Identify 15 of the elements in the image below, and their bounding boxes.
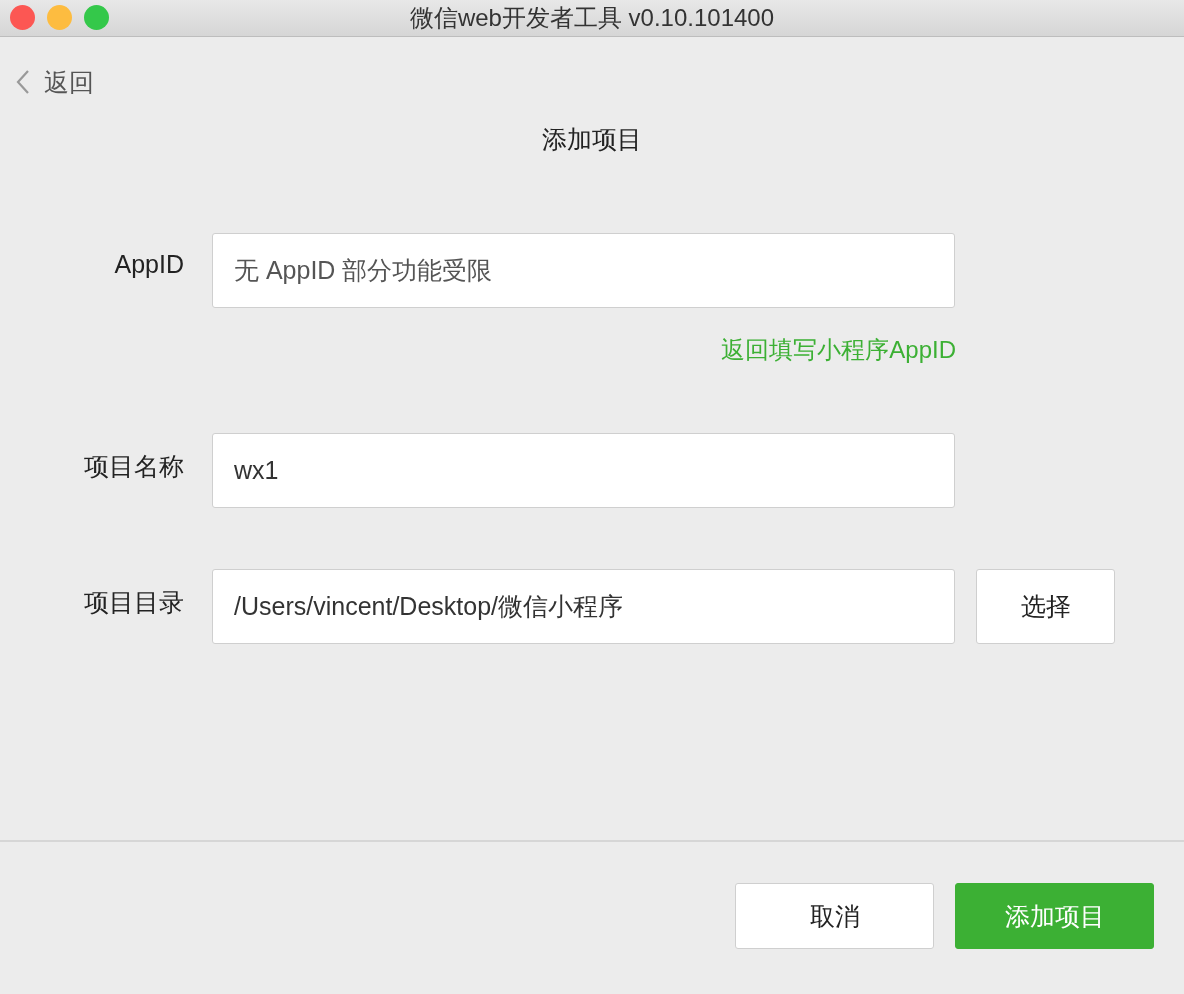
chevron-left-icon [16,69,30,95]
input-field[interactable]: 无 AppID 部分功能受限 [212,233,955,308]
cancel-button[interactable]: 取消 [735,883,934,949]
field-label: 项目目录 [83,587,184,618]
minimize-icon[interactable] [47,5,72,30]
choose-button[interactable]: 选择 [976,569,1115,644]
field-label: AppID [113,249,184,279]
window-title: 微信web开发者工具 v0.10.101400 [409,3,775,33]
page-title: 添加项目 [541,124,643,155]
field-label: 项目名称 [83,451,184,482]
input-field[interactable]: wx1 [212,433,955,508]
close-icon[interactable] [10,5,35,30]
maximize-icon[interactable] [84,5,109,30]
back-link[interactable]: 返回 [16,65,94,99]
input-field[interactable]: /Users/vincent/Desktop/微信小程序 [212,569,955,644]
